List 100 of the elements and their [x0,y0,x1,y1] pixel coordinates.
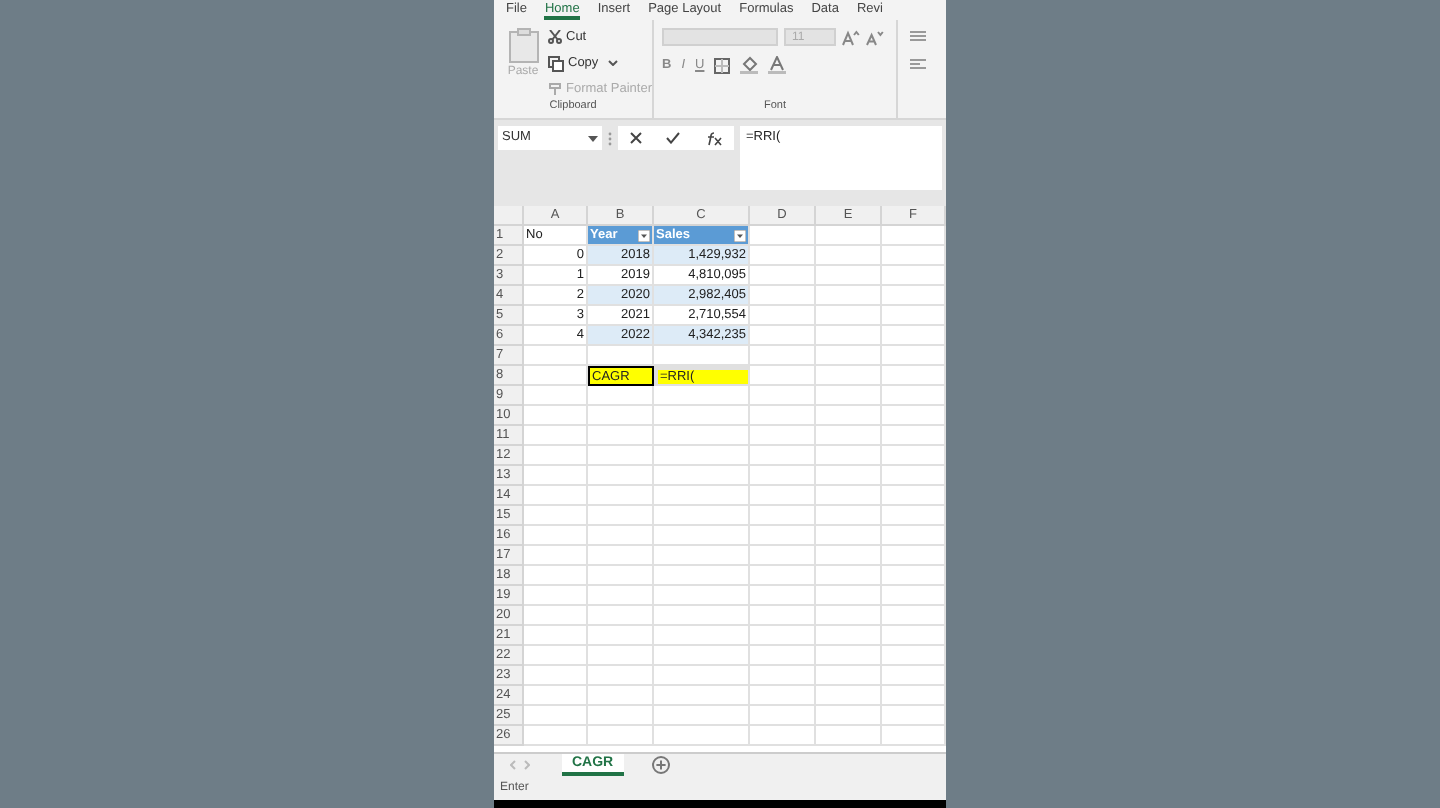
table-cell[interactable] [654,606,750,626]
table-cell[interactable] [588,586,654,606]
table-cell[interactable] [816,426,882,446]
table-cell[interactable] [588,646,654,666]
table-cell[interactable] [816,246,882,266]
add-sheet-icon[interactable] [651,756,670,774]
table-cell[interactable] [524,546,588,566]
filter-dropdown[interactable] [734,229,746,241]
table-cell[interactable] [882,546,946,566]
scroll-right-icon[interactable] [524,760,530,770]
insert-function-icon[interactable] [705,131,722,145]
table-cell[interactable] [654,486,750,506]
table-cell[interactable] [524,486,588,506]
table-cell[interactable] [882,446,946,466]
table-cell[interactable] [524,666,588,686]
table-cell[interactable] [524,446,588,466]
table-cell[interactable] [882,386,946,406]
table-cell[interactable] [654,726,750,746]
table-cell[interactable] [524,726,588,746]
table-cell[interactable] [816,226,882,246]
table-cell[interactable] [588,426,654,446]
table-cell[interactable] [750,346,816,366]
scissors-icon[interactable] [548,30,562,45]
table-cell[interactable] [750,686,816,706]
table-cell[interactable] [524,366,588,386]
grow-font-icon[interactable] [842,29,860,45]
table-cell[interactable] [524,426,588,446]
table-cell[interactable] [524,346,588,366]
table-cell[interactable] [524,706,588,726]
table-cell[interactable] [816,346,882,366]
table-cell[interactable] [816,726,882,746]
table-cell[interactable] [816,666,882,686]
table-cell[interactable] [882,566,946,586]
table-cell[interactable] [654,706,750,726]
table-cell[interactable] [588,606,654,626]
table-cell[interactable] [588,666,654,686]
table-cell[interactable] [882,706,946,726]
table-cell[interactable] [882,466,946,486]
table-cell[interactable] [588,566,654,586]
table-cell[interactable] [816,406,882,426]
table-cell[interactable] [750,286,816,306]
table-cell[interactable] [654,426,750,446]
table-cell[interactable] [750,526,816,546]
table-cell[interactable] [524,606,588,626]
table-cell[interactable] [750,386,816,406]
table-cell[interactable] [750,626,816,646]
table-cell[interactable] [882,346,946,366]
table-cell[interactable] [750,226,816,246]
table-cell[interactable] [750,666,816,686]
table-cell[interactable] [654,566,750,586]
font-name-field[interactable] [662,28,778,46]
table-cell[interactable] [882,406,946,426]
table-cell[interactable] [882,606,946,626]
table-cell[interactable] [882,426,946,446]
table-cell[interactable] [816,526,882,546]
table-cell[interactable] [882,586,946,606]
table-cell[interactable] [524,686,588,706]
table-cell[interactable] [654,586,750,606]
select-all-button[interactable] [494,206,524,226]
table-cell[interactable] [816,706,882,726]
table-cell[interactable] [816,306,882,326]
table-cell[interactable] [816,266,882,286]
table-cell[interactable] [882,326,946,346]
table-cell[interactable] [524,526,588,546]
table-cell[interactable] [816,546,882,566]
table-cell[interactable] [816,646,882,666]
align-left-icon[interactable] [910,58,926,70]
borders-icon[interactable] [714,57,731,74]
table-cell[interactable] [816,606,882,626]
copy-icon[interactable] [548,55,564,72]
table-cell[interactable] [654,346,750,366]
table-cell[interactable] [882,686,946,706]
table-cell[interactable] [882,366,946,386]
table-cell[interactable] [750,506,816,526]
table-cell[interactable] [750,306,816,326]
table-cell[interactable] [816,466,882,486]
table-cell[interactable] [816,686,882,706]
table-cell[interactable] [524,566,588,586]
table-cell[interactable] [654,646,750,666]
table-cell[interactable] [588,406,654,426]
table-cell[interactable] [654,546,750,566]
table-cell[interactable] [588,526,654,546]
table-cell[interactable] [524,506,588,526]
table-cell[interactable] [750,426,816,446]
table-cell[interactable] [588,626,654,646]
table-cell[interactable] [882,506,946,526]
table-cell[interactable] [588,546,654,566]
table-cell[interactable] [588,506,654,526]
table-cell[interactable] [654,526,750,546]
table-cell[interactable] [750,406,816,426]
table-cell[interactable] [816,366,882,386]
table-cell[interactable] [654,666,750,686]
table-cell[interactable] [882,726,946,746]
table-cell[interactable] [588,726,654,746]
table-cell[interactable] [882,526,946,546]
table-cell[interactable] [750,726,816,746]
caret-icon[interactable] [608,60,619,67]
table-cell[interactable] [524,626,588,646]
table-cell[interactable] [882,286,946,306]
table-cell[interactable] [588,446,654,466]
